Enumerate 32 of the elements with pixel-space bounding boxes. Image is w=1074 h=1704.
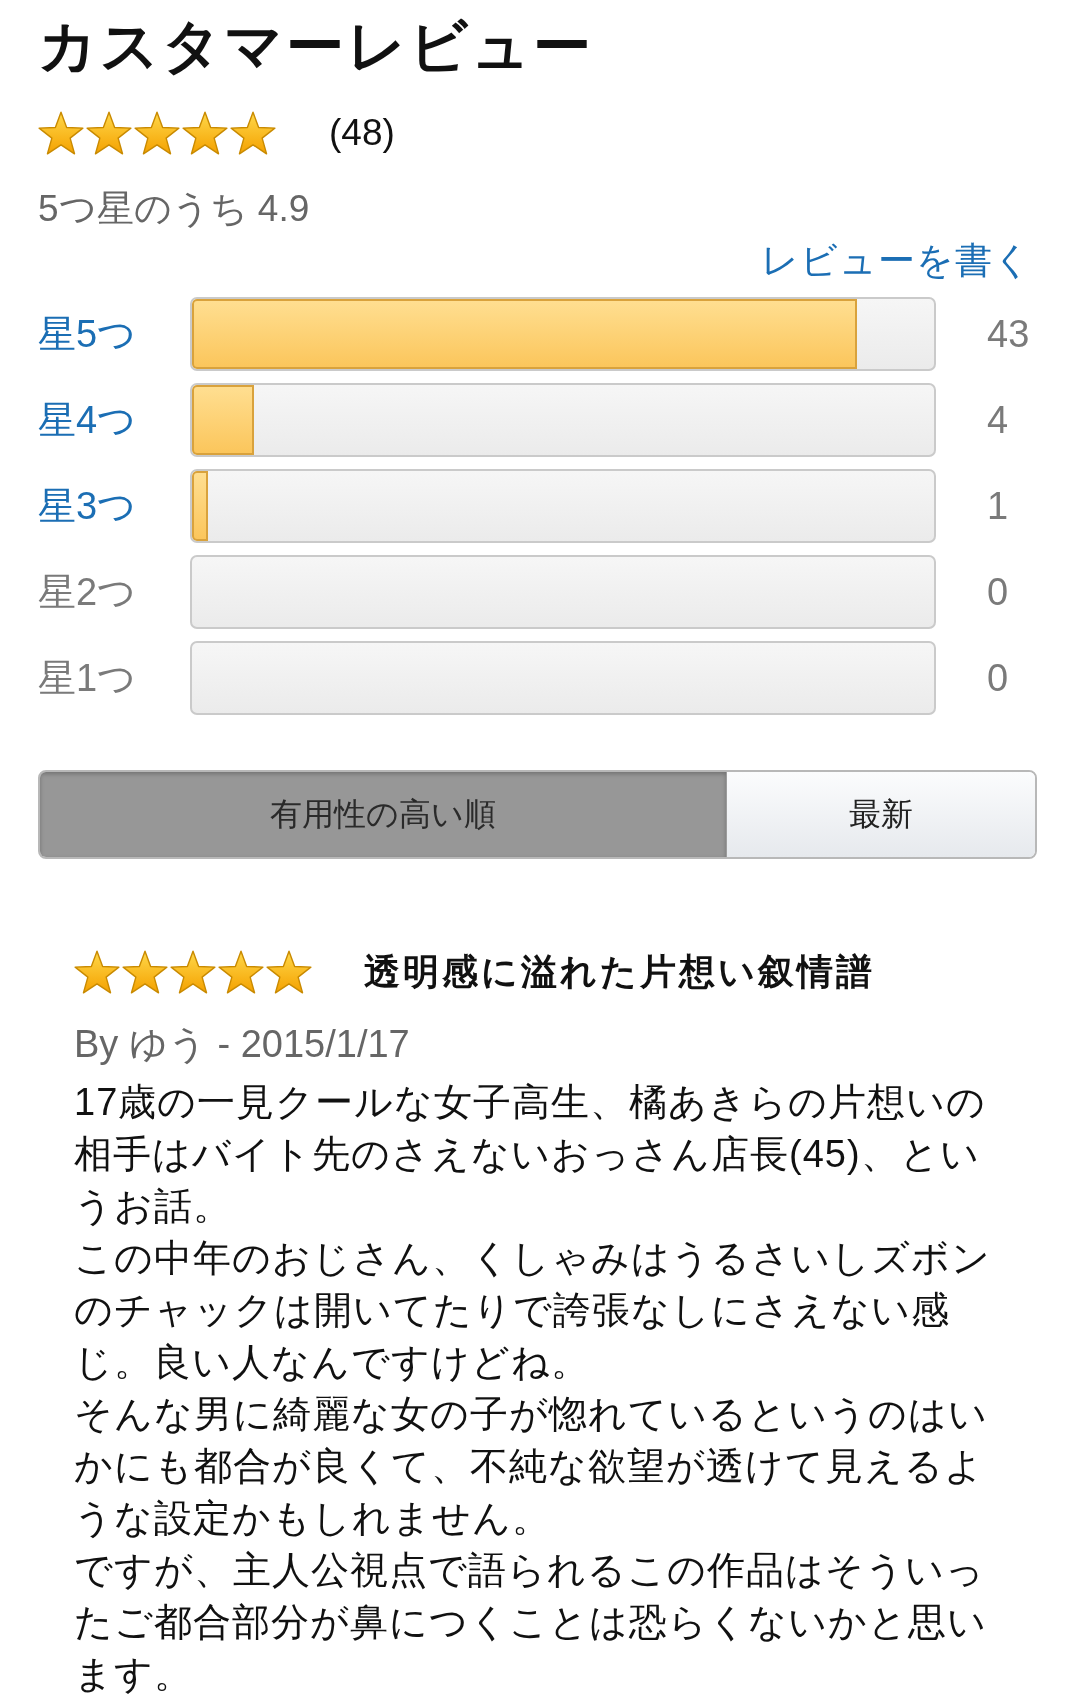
star-icon [170,950,216,994]
review-byline: By ゆう - 2015/1/17 [74,1022,410,1066]
star-icon [38,111,84,155]
review-paragraph: 17歳の一見クールな女子高生、橘あきらの片想いの相手はバイト先のさえないおっさん店長(45)、というお話。 [74,1080,988,1229]
sort-tab[interactable]: 最新 [726,772,1035,857]
page-title: カスタマーレビュー [38,12,595,80]
star-filter-link[interactable]: 星4つ [38,398,137,442]
star-filter-link[interactable]: 星5つ [38,312,137,356]
star-icon [134,111,180,155]
review-paragraph: そんな男に綺麗な女の子が惚れているというのはいかにも都合が良くて、不純な欲望が透けて見えるような設定かもしれません。 [74,1392,989,1541]
write-review-link[interactable]: レビューを書く [761,239,1032,283]
review-count: (48) [329,111,395,155]
sort-tab[interactable]: 有用性の高い順 [40,772,727,857]
review-title: 透明感に溢れた片想い叙情譜 [364,950,875,994]
star-icon [74,950,120,994]
star-level-label: 星2つ [38,570,137,614]
star-icon [218,950,264,994]
rating-count: 0 [986,656,1009,700]
star-icon [266,950,312,994]
star-level-label: 星1つ [38,656,137,700]
rating-count: 1 [986,484,1009,528]
star-icon [122,950,168,994]
star-filter-link[interactable]: 星3つ [38,484,137,528]
star-icon [182,111,228,155]
rating-count: 0 [986,570,1009,614]
rating-count: 43 [986,312,1030,356]
review-paragraph: この中年のおじさん、くしゃみはうるさいしズボンのチャックは開いてたりで誇張なしにさえない感じ。良い人なんですけどね。 [74,1236,992,1385]
star-icon [86,111,132,155]
rating-count: 4 [986,398,1009,442]
star-icon [230,111,276,155]
average-rating-text: 5つ星のうち 4.9 [38,187,310,231]
review-paragraph: ですが、主人公視点で語られるこの作品はそういったご都合部分が鼻につくことは恐らくないかと思います。 [74,1548,988,1697]
